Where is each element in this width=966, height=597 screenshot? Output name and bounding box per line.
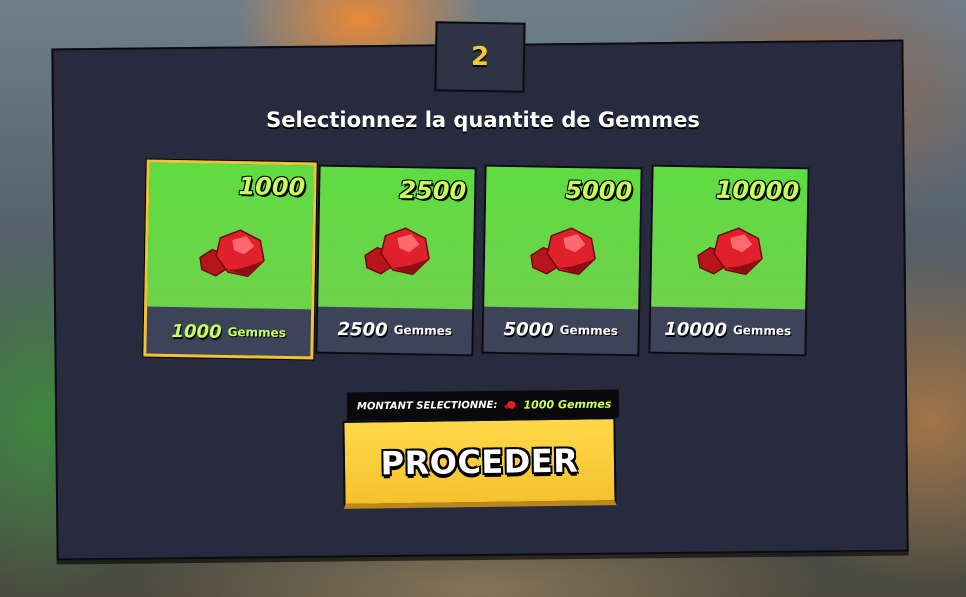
card-footer: 1000 Gemmes — [146, 308, 311, 357]
selected-amount-value: 1000 Gemmes — [523, 397, 612, 412]
gem-option-10000[interactable]: 10000 10000 Gemmes — [648, 164, 810, 357]
card-unit: Gemmes — [559, 322, 619, 338]
gem-icon — [504, 400, 517, 409]
step-number: 2 — [470, 41, 490, 73]
ruby-gem-icon — [530, 227, 596, 276]
card-amount: 10000 — [715, 175, 800, 206]
step-badge: 2 — [434, 21, 526, 93]
card-top: 10000 — [651, 166, 808, 310]
proceed-button-label: PROCEDER — [380, 441, 579, 482]
card-count: 5000 — [503, 318, 554, 341]
card-unit: Gemmes — [732, 323, 792, 339]
selected-amount-bar: MONTANT SELECTIONNE: 1000 Gemmes — [346, 389, 620, 421]
card-count: 1000 — [171, 320, 222, 343]
gem-option-1000[interactable]: 1000 1000 Gemmes — [143, 159, 317, 360]
card-count: 10000 — [664, 318, 728, 341]
card-top: 1000 — [147, 162, 314, 310]
card-unit: Gemmes — [227, 324, 287, 340]
card-top: 2500 — [318, 166, 475, 310]
card-footer: 10000 Gemmes — [650, 306, 805, 355]
card-unit: Gemmes — [393, 322, 453, 338]
selected-amount-label: MONTANT SELECTIONNE: — [356, 399, 498, 412]
gem-option-5000[interactable]: 5000 5000 Gemmes — [481, 164, 643, 357]
ruby-gem-icon — [697, 227, 763, 276]
ruby-gem-icon — [364, 227, 430, 276]
card-footer: 5000 Gemmes — [483, 306, 638, 355]
card-top: 5000 — [484, 166, 641, 310]
card-footer: 2500 Gemmes — [317, 306, 472, 355]
ruby-gem-icon — [199, 229, 265, 278]
card-count: 2500 — [337, 318, 388, 341]
page-title: Selectionnez la quantite de Gemmes — [266, 108, 700, 132]
proceed-button[interactable]: PROCEDER — [342, 417, 617, 509]
card-amount: 5000 — [565, 176, 633, 206]
card-amount: 2500 — [399, 176, 467, 206]
gem-option-2500[interactable]: 2500 2500 Gemmes — [315, 164, 477, 357]
card-amount: 1000 — [238, 172, 306, 202]
